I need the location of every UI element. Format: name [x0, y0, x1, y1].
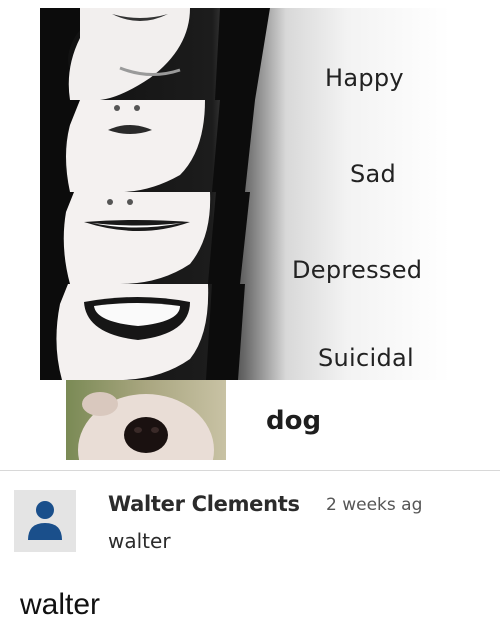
comment-text: walter	[108, 529, 171, 553]
post-caption: walter	[20, 588, 101, 621]
dog-label: dog	[266, 406, 322, 436]
default-user-avatar-icon[interactable]	[14, 490, 76, 552]
mood-label-sad: Sad	[350, 160, 397, 188]
dog-photo	[66, 380, 226, 460]
mood-label-happy: Happy	[325, 64, 404, 92]
meme-image: Happy Sad Depressed Suicidal dog	[0, 0, 500, 470]
user-silhouette-icon	[14, 490, 76, 552]
dog-face-illustration	[66, 380, 226, 460]
mood-label-depressed: Depressed	[292, 256, 423, 284]
mood-label-suicidal: Suicidal	[318, 344, 414, 372]
comment-timestamp: 2 weeks ag	[326, 495, 423, 515]
comment-card: Walter Clements 2 weeks ag walter	[0, 470, 500, 571]
commenter-name[interactable]: Walter Clements	[108, 492, 300, 516]
